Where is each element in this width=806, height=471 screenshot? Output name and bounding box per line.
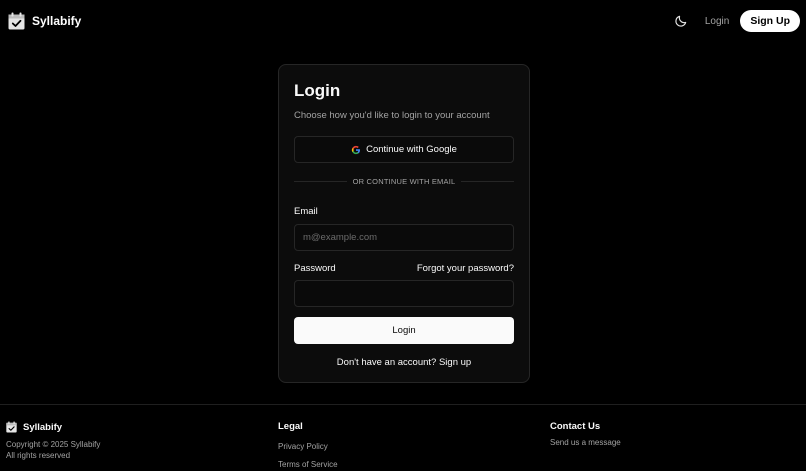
password-label-row: Password Forgot your password?	[294, 263, 514, 274]
google-icon	[351, 145, 361, 154]
signup-prompt-text: Don't have an account?	[336, 357, 437, 368]
moon-icon	[675, 15, 687, 27]
or-divider: OR CONTINUE WITH EMAIL	[294, 177, 514, 186]
calendar-check-icon	[6, 421, 17, 433]
login-subtitle: Choose how you'd like to login to your a…	[294, 110, 490, 121]
password-field[interactable]	[294, 280, 514, 307]
login-title: Login	[294, 81, 341, 100]
google-login-button[interactable]: Continue with Google	[294, 136, 514, 163]
calendar-check-icon	[8, 12, 25, 30]
site-header: Syllabify Login Sign Up	[0, 0, 806, 42]
divider-line-right	[461, 181, 514, 182]
footer-brand-name: Syllabify	[23, 421, 63, 433]
footer-brand-column: Syllabify Copyright © 2025 Syllabify All…	[6, 421, 100, 461]
footer-brand: Syllabify	[6, 421, 100, 433]
privacy-policy-link[interactable]: Privacy Policy	[278, 442, 338, 451]
footer-legal-heading: Legal	[278, 421, 303, 432]
divider-text: OR CONTINUE WITH EMAIL	[352, 177, 456, 186]
theme-toggle-button[interactable]	[671, 11, 691, 31]
login-submit-button[interactable]: Login	[294, 317, 514, 344]
footer-legal-column: Legal Privacy Policy Terms of Service	[278, 421, 338, 469]
email-field[interactable]	[294, 224, 514, 251]
footer-contact-heading: Contact Us	[550, 421, 601, 432]
footer-copyright: Copyright © 2025 Syllabify	[6, 440, 101, 449]
header-actions: Login Sign Up	[671, 10, 800, 32]
terms-of-service-link[interactable]: Terms of Service	[278, 460, 338, 469]
login-card: Login Choose how you'd like to login to …	[278, 64, 530, 383]
brand-name: Syllabify	[32, 14, 82, 28]
site-footer: Syllabify Copyright © 2025 Syllabify All…	[0, 404, 806, 471]
email-label: Email	[294, 206, 318, 217]
forgot-password-link[interactable]: Forgot your password?	[417, 263, 514, 274]
login-page: Syllabify Login Sign Up Login Choose how…	[0, 0, 806, 471]
header-signup-button[interactable]: Sign Up	[740, 10, 800, 32]
header-login-link[interactable]: Login	[705, 16, 729, 27]
signup-prompt: Don't have an account? Sign up	[294, 357, 514, 368]
google-login-label: Continue with Google	[366, 144, 457, 155]
signup-link[interactable]: Sign up	[439, 357, 471, 368]
contact-message-link[interactable]: Send us a message	[550, 438, 621, 447]
divider-line-left	[294, 181, 347, 182]
password-label: Password	[294, 263, 336, 274]
footer-rights: All rights reserved	[6, 451, 71, 460]
brand-logo-link[interactable]: Syllabify	[8, 12, 81, 30]
footer-contact-column: Contact Us Send us a message	[550, 421, 621, 447]
